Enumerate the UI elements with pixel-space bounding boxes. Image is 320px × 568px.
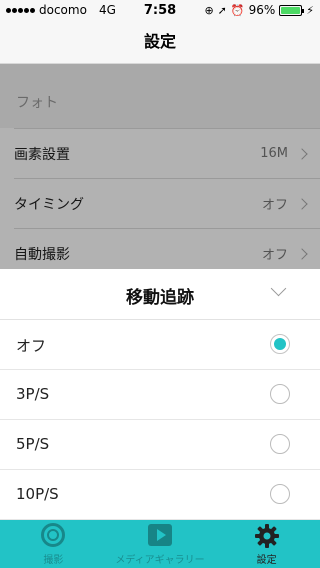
page-title: 設定 — [143, 32, 176, 51]
radio-button[interactable] — [270, 484, 290, 504]
option-label: 10P/S — [16, 485, 59, 503]
tab-bar: 撮影 メディアギャラリー 設定 — [0, 520, 320, 568]
battery-icon — [279, 4, 305, 16]
radio-button[interactable] — [270, 334, 290, 354]
lock-rotation-icon: ⊕ — [204, 3, 214, 17]
battery-percent: 96% — [248, 3, 276, 17]
option-label: 5P/S — [16, 435, 50, 453]
alarm-icon: ⏰ — [230, 3, 245, 17]
motion-tracking-sheet: 移動追跡 オフ 3P/S 5P/S 10P/S — [0, 269, 320, 520]
status-bar: docomo 4G 7:58 ⊕ ➚ ⏰ 96% ⚡ — [0, 0, 320, 20]
chevron-down-icon[interactable] — [270, 280, 286, 299]
tab-settings[interactable]: 設定 — [213, 520, 320, 568]
sheet-header: 移動追跡 — [0, 269, 320, 320]
option-3ps[interactable]: 3P/S — [0, 370, 320, 420]
camera-lens-icon — [41, 523, 66, 547]
nav-bar: 設定 — [0, 20, 320, 64]
option-10ps[interactable]: 10P/S — [0, 470, 320, 520]
radio-button[interactable] — [270, 384, 290, 404]
option-5ps[interactable]: 5P/S — [0, 420, 320, 470]
battery-level — [281, 6, 300, 14]
option-off[interactable]: オフ — [0, 320, 320, 370]
tab-label: メディアギャラリー — [115, 555, 205, 566]
radio-button[interactable] — [270, 434, 290, 454]
tab-capture[interactable]: 撮影 — [0, 520, 107, 568]
play-icon — [148, 524, 172, 546]
gear-icon — [254, 523, 280, 549]
status-right: ⊕ ➚ ⏰ 96% ⚡ — [204, 3, 314, 17]
option-label: 3P/S — [16, 385, 50, 403]
charging-icon: ⚡ — [306, 3, 314, 17]
tab-label: 設定 — [256, 555, 277, 566]
option-label: オフ — [16, 337, 47, 355]
location-icon: ➚ — [217, 3, 227, 17]
tab-media-gallery[interactable]: メディアギャラリー — [107, 520, 214, 568]
tab-label: 撮影 — [43, 555, 64, 566]
